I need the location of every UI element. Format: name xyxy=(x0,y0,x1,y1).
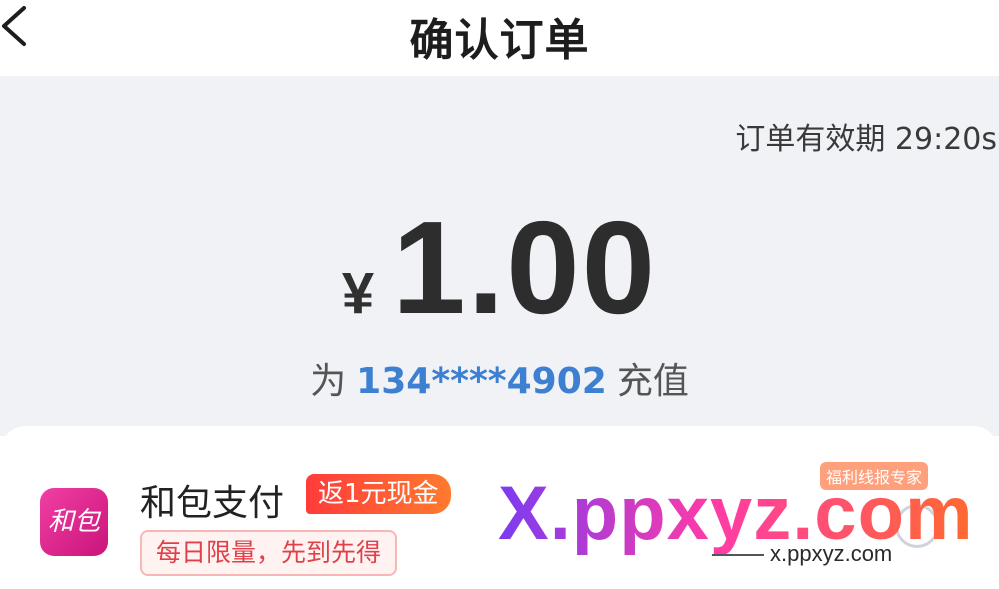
phone-number: 134****4902 xyxy=(356,361,607,402)
recharge-suffix: 充值 xyxy=(616,361,689,402)
recharge-prefix: 为 xyxy=(310,361,347,402)
amount-value: 1.00 xyxy=(392,194,658,341)
cashback-badge: 返1元现金 xyxy=(306,474,451,514)
payment-method-name: 和包支付 xyxy=(140,483,285,524)
watermark-url-text: x.ppxyz.com xyxy=(770,541,893,566)
order-expire-timer: 订单有效期 29:20s xyxy=(735,122,997,157)
limited-offer-tag: 每日限量，先到先得 xyxy=(140,530,398,576)
page-title: 确认订单 xyxy=(409,15,590,66)
top-bar: 确认订单 xyxy=(0,0,999,76)
watermark-url: x.ppxyz.com xyxy=(712,541,892,567)
order-summary-panel: 订单有效期 29:20s ¥1.00 为 134****4902 充值 xyxy=(0,76,999,436)
watermark-divider xyxy=(712,554,764,557)
currency-symbol: ¥ xyxy=(341,261,375,326)
hebao-logo-icon: 和包 xyxy=(40,488,108,556)
order-amount: ¥1.00 xyxy=(0,192,999,343)
recharge-target: 为 134****4902 充值 xyxy=(0,352,999,404)
